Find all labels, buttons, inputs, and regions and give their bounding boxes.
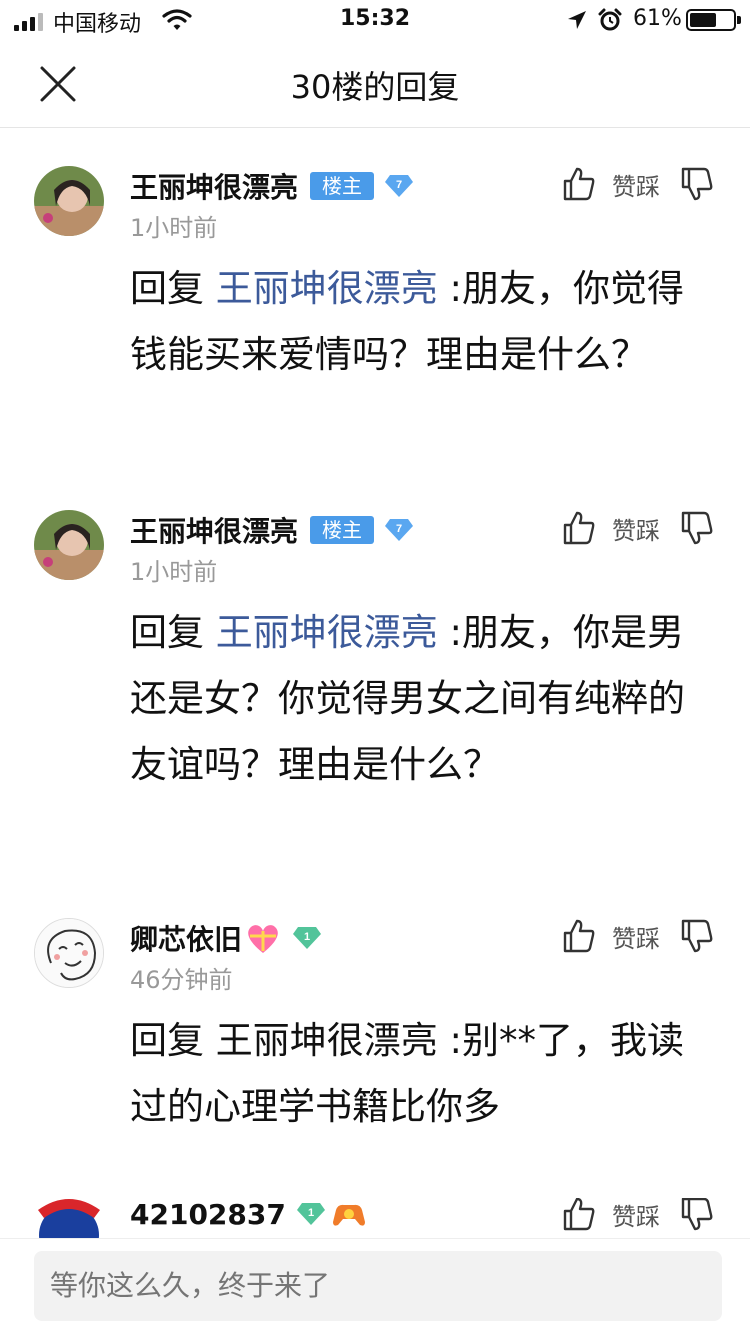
svg-text:7: 7 [396, 179, 402, 191]
vote-label: 赞踩 [612, 516, 660, 545]
level-diamond-icon: 1 [296, 1203, 325, 1225]
username[interactable]: 卿芯依旧 [130, 918, 242, 958]
svg-text:7: 7 [396, 523, 402, 535]
username[interactable]: 王丽坤很漂亮 [130, 166, 298, 206]
comment-text: 回复 王丽坤很漂亮 :朋友，你觉得钱能买来爱情吗？理由是什么？ [130, 267, 684, 376]
avatar[interactable] [34, 1198, 104, 1238]
host-badge: 楼主 [310, 516, 375, 544]
comment-time: 1小时前 [130, 558, 218, 586]
location-arrow-icon [568, 11, 586, 29]
level-diamond-icon: 1 [293, 927, 322, 949]
avatar[interactable] [34, 510, 104, 580]
level-diamond-icon: 7 [385, 175, 414, 197]
mention-link[interactable]: 王丽坤很漂亮 [216, 267, 438, 310]
thumb-down-icon[interactable] [680, 918, 714, 954]
thumb-up-icon[interactable] [562, 510, 596, 546]
game-controller-icon [332, 1204, 365, 1226]
thumb-down-icon[interactable] [680, 166, 714, 202]
battery-icon [686, 9, 741, 31]
thumb-up-icon[interactable] [562, 918, 596, 954]
battery-percentage: 61% [633, 6, 682, 31]
comment-item: 王丽坤很漂亮 楼主 7 1小时前 赞踩 回复 王丽坤很漂亮 :朋友，你是男还是女… [0, 510, 750, 880]
vote-label: 赞踩 [612, 924, 660, 953]
avatar[interactable] [34, 918, 104, 988]
vote-label: 赞踩 [612, 1202, 660, 1231]
comment-time: 46分钟前 [130, 966, 233, 994]
thumb-up-icon[interactable] [562, 166, 596, 202]
status-bar: 中国移动 15:32 61% [0, 0, 750, 40]
comment-text: 回复 王丽坤很漂亮 :别**了，我读过的心理学书籍比你多 [130, 1019, 684, 1128]
comment-time: 1小时前 [130, 214, 218, 242]
username[interactable]: 王丽坤很漂亮 [130, 510, 298, 550]
thumb-down-icon[interactable] [680, 1198, 714, 1232]
host-badge: 楼主 [310, 172, 375, 200]
svg-text:1: 1 [308, 1207, 314, 1219]
alarm-icon [598, 8, 622, 31]
vote-label: 赞踩 [612, 172, 660, 201]
thumb-up-icon[interactable] [562, 1198, 596, 1232]
level-diamond-icon: 7 [385, 519, 414, 541]
comment-item: 王丽坤很漂亮 楼主 7 1小时前 赞踩 回复 王丽坤很漂亮 :朋友，你觉得钱能买… [0, 166, 750, 466]
page-title: 30楼的回复 [290, 68, 460, 106]
reply-input[interactable] [34, 1251, 722, 1321]
mention-link[interactable]: 王丽坤很漂亮 [216, 611, 438, 654]
thumb-down-icon[interactable] [680, 510, 714, 546]
reply-input-bar [0, 1238, 750, 1334]
comment-text: 回复 王丽坤很漂亮 :朋友，你是男还是女？你觉得男女之间有纯粹的友谊吗？理由是什… [130, 611, 685, 786]
sparkling-heart-icon [248, 925, 278, 953]
avatar[interactable] [34, 166, 104, 236]
comment-item: 卿芯依旧 1 46分钟前 赞踩 回复 王丽坤很漂亮 :别**了，我读过的心理学书… [0, 918, 750, 1158]
nav-bar: 30楼的回复 [0, 40, 750, 128]
username[interactable]: 42102837 [130, 1198, 286, 1231]
comment-item: 42102837 1 赞踩 [0, 1198, 750, 1238]
svg-text:1: 1 [304, 931, 310, 943]
